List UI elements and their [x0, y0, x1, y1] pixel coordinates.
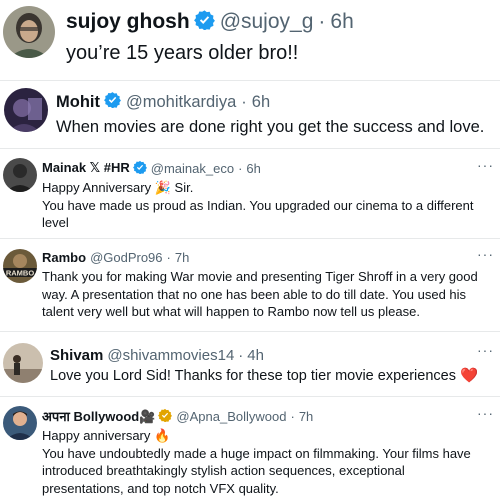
author-name[interactable]: Shivam	[50, 347, 103, 364]
verified-badge-icon	[158, 408, 173, 425]
author-name[interactable]: अपना Bollywood🎥	[42, 407, 155, 425]
author-name[interactable]: Mohit	[56, 93, 100, 112]
divider	[0, 331, 500, 332]
verified-badge-icon	[104, 91, 121, 113]
separator-dot: ·	[241, 92, 247, 111]
author-handle[interactable]: @mohitkardiya	[126, 93, 236, 112]
divider	[0, 80, 500, 81]
avatar[interactable]	[3, 6, 55, 58]
more-options-icon[interactable]: ···	[477, 342, 494, 358]
tweet-time[interactable]: 4h	[247, 347, 264, 364]
author-handle[interactable]: @sujoy_g	[220, 10, 314, 34]
tweet-text: When movies are done right you get the s…	[56, 118, 485, 136]
avatar[interactable]	[3, 343, 43, 383]
author-handle[interactable]: @Apna_Bollywood	[176, 409, 286, 424]
separator-dot: ·	[238, 160, 243, 176]
avatar[interactable]	[3, 406, 37, 440]
divider	[0, 238, 500, 239]
separator-dot: ·	[290, 408, 295, 424]
avatar-logo-text: RAMBO	[6, 269, 34, 278]
avatar[interactable]	[3, 158, 37, 192]
avatar[interactable]	[4, 88, 48, 132]
tweet-text: you’re 15 years older bro!!	[66, 42, 299, 64]
divider	[0, 396, 500, 397]
author-name[interactable]: Mainak 𝕏 #HR	[42, 160, 130, 176]
tweet-text-line: You have made us proud as Indian. You up…	[42, 197, 474, 213]
separator-dot: ·	[318, 10, 326, 33]
more-options-icon[interactable]: ···	[477, 157, 494, 173]
verified-badge-icon	[193, 9, 215, 36]
tweet-text-line: Thank you for making War movie and prese…	[42, 269, 478, 284]
tweet-text-line: Happy anniversary 🔥	[42, 428, 171, 443]
more-options-icon[interactable]: ···	[477, 246, 494, 262]
author-handle[interactable]: @mainak_eco	[151, 161, 234, 176]
tweet-text-line: introduced breathtakingly stylish action…	[42, 463, 405, 478]
tweet-time[interactable]: 6h	[330, 10, 353, 34]
tweet-text-line: talent very well but what will happen to…	[42, 304, 420, 319]
tweet-text-line: presentations, and top notch VFX quality…	[42, 480, 279, 496]
tweet-text-line: Happy Anniversary 🎉 Sir.	[42, 180, 194, 195]
tweet-text: Love you Lord Sid! Thanks for these top …	[50, 368, 479, 384]
author-name[interactable]: Rambo	[42, 250, 86, 265]
divider	[0, 148, 500, 149]
author-handle[interactable]: @GodPro96	[90, 250, 162, 265]
tweet-time[interactable]: 6h	[252, 93, 270, 112]
avatar[interactable]: RAMBO	[3, 249, 37, 283]
tweet-text-line: way. A presentation that no one has been…	[42, 286, 467, 302]
tweet-time[interactable]: 6h	[246, 161, 260, 176]
author-handle[interactable]: @shivammovies14	[107, 347, 234, 364]
separator-dot: ·	[166, 249, 171, 265]
tweet-text-line: level	[42, 215, 69, 230]
author-name[interactable]: sujoy ghosh	[66, 10, 190, 34]
separator-dot: ·	[238, 346, 244, 364]
tweet-time[interactable]: 7h	[299, 409, 313, 424]
verified-badge-icon	[132, 160, 147, 177]
tweet-text-line: You have undoubtedly made a huge impact …	[42, 445, 471, 461]
more-options-icon[interactable]: ···	[477, 405, 494, 421]
tweet-time[interactable]: 7h	[175, 250, 189, 265]
